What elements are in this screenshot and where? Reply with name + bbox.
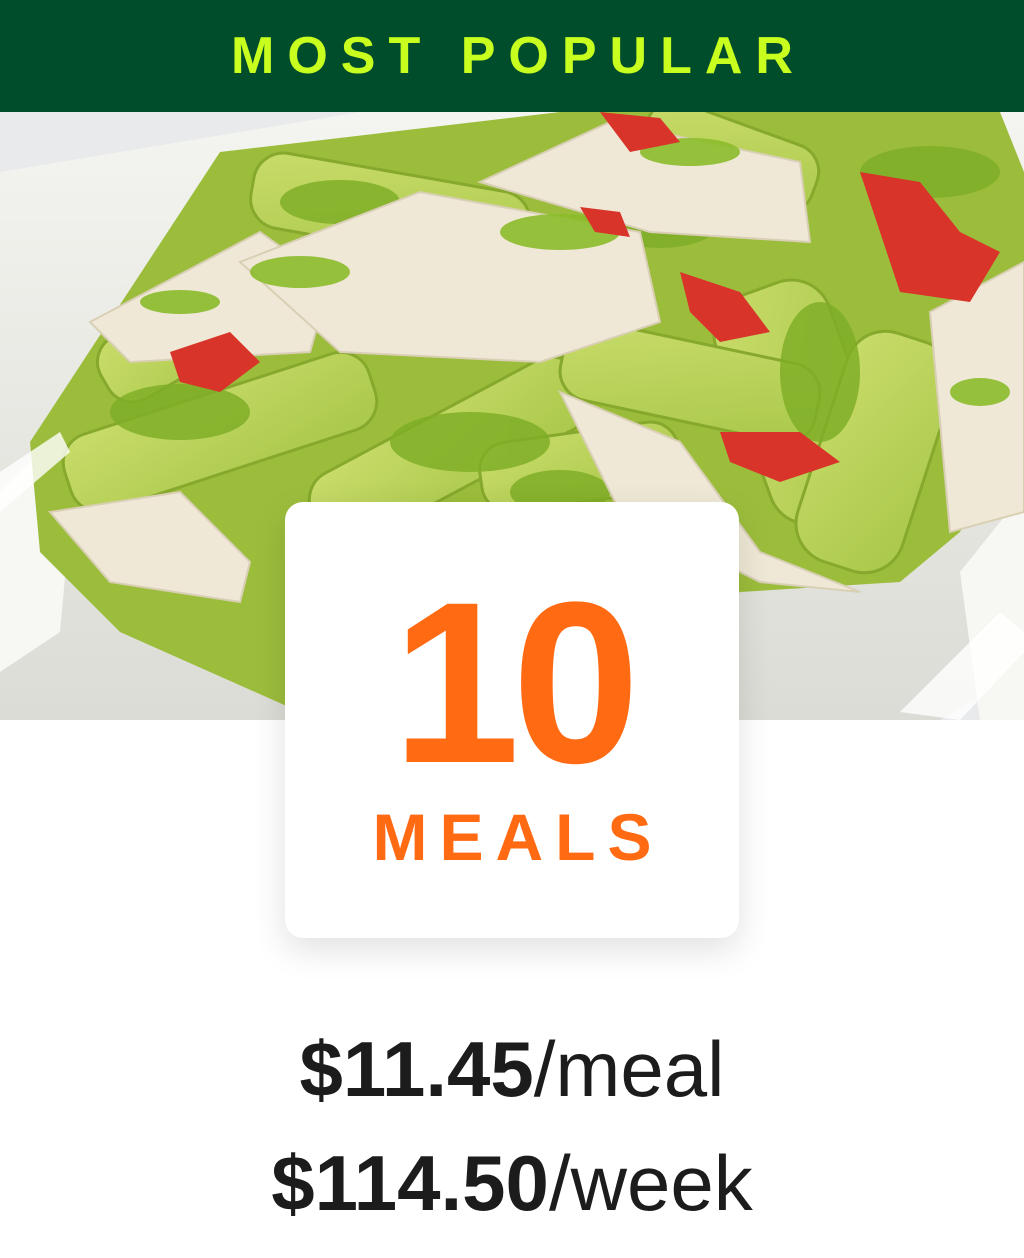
meal-unit-label: MEALS: [372, 800, 664, 874]
pricing-block: $11.45/meal $114.50/week: [0, 1030, 1024, 1258]
price-per-meal-unit: /meal: [533, 1025, 725, 1113]
price-per-meal-amount: $11.45: [299, 1025, 534, 1113]
meal-count: 10: [392, 554, 640, 811]
price-per-week-amount: $114.50: [271, 1139, 549, 1227]
price-per-meal: $11.45/meal: [0, 1030, 1024, 1114]
banner-label: MOST POPULAR: [231, 27, 806, 85]
price-per-week: $114.50/week: [0, 1144, 1024, 1228]
most-popular-banner: MOST POPULAR: [0, 0, 1024, 112]
meal-plan-card[interactable]: 10 MEALS: [285, 502, 739, 938]
price-per-week-unit: /week: [548, 1139, 753, 1227]
